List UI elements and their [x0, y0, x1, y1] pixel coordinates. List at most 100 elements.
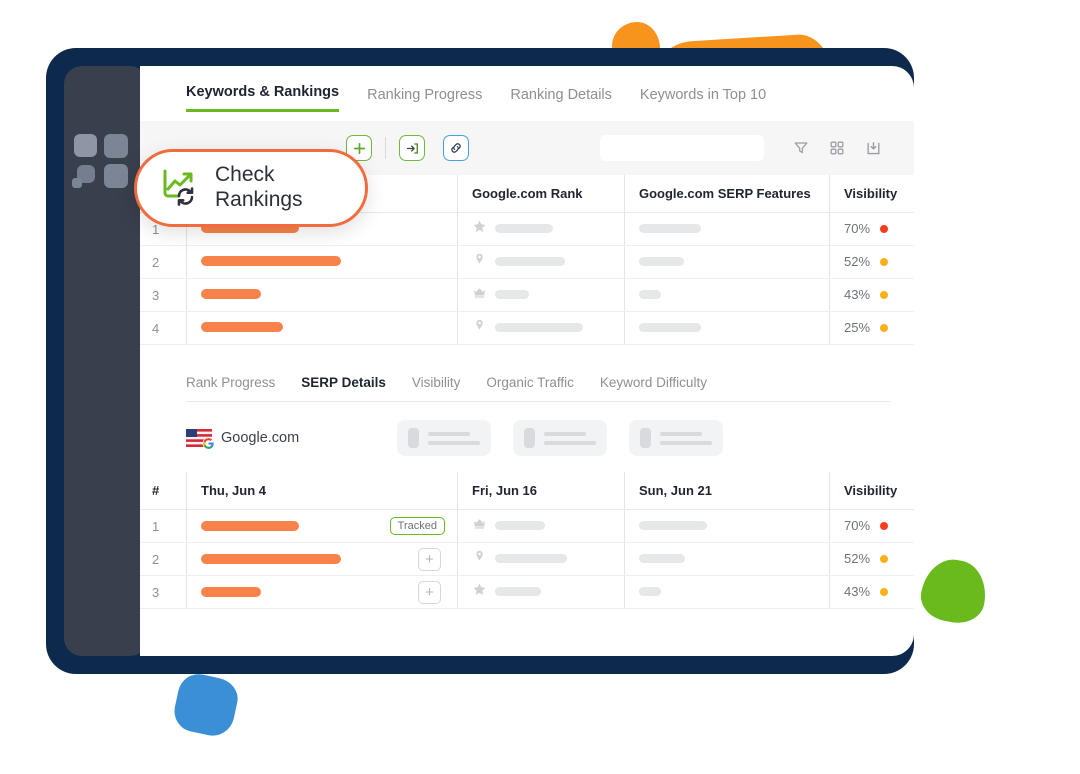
card-lines [660, 431, 713, 445]
tab-organic-traffic[interactable]: Organic Traffic [486, 375, 574, 401]
serp-details-table: # Thu, Jun 4 Fri, Jun 16 Sun, Jun 21 Vis… [140, 472, 914, 609]
rank-placeholder [495, 587, 541, 597]
tab-keywords-rankings[interactable]: Keywords & Rankings [186, 84, 340, 112]
visibility-value: 70% [844, 221, 871, 236]
col-visibility: Visibility [829, 175, 914, 213]
tab-ranking-details[interactable]: Ranking Details [510, 87, 612, 112]
add-row-button[interactable]: + [418, 580, 441, 604]
map-pin-icon [472, 549, 488, 569]
date2-cell [457, 575, 625, 609]
status-dot [880, 257, 889, 266]
search-engine-row: Google.com [140, 402, 914, 472]
map-pin-icon [472, 252, 488, 272]
tab-rank-progress[interactable]: Rank Progress [186, 375, 275, 401]
rank-placeholder [495, 323, 583, 333]
keyword-cell [186, 245, 458, 279]
row-number: 1 [140, 509, 187, 543]
us-flag-icon [186, 429, 215, 450]
callout-line-2: Rankings [215, 188, 303, 211]
table-row[interactable]: 4 25% [140, 311, 914, 345]
row-number: 3 [140, 278, 187, 312]
serp-cell [624, 245, 830, 279]
card-lines [428, 431, 481, 445]
keyword-placeholder [201, 289, 261, 299]
status-dot [880, 554, 889, 563]
col-date-2: Fri, Jun 16 [457, 472, 625, 510]
rank-placeholder [495, 257, 565, 267]
table-row[interactable]: 2 + 52% [140, 542, 914, 576]
table-row[interactable]: 3 + 43% [140, 575, 914, 609]
visibility-cell: 70% [829, 212, 914, 246]
visibility-value: 52% [844, 254, 871, 269]
card-thumb [640, 428, 652, 448]
tab-keywords-in-top-10[interactable]: Keywords in Top 10 [640, 87, 766, 112]
keywords-table-body: 1 70% 2 52% 3 43% 4 25% [140, 212, 914, 345]
rank-placeholder [639, 521, 707, 530]
row-number: 4 [140, 311, 187, 345]
serp-placeholder [639, 257, 684, 266]
serp-placeholder [639, 224, 701, 233]
tracked-badge[interactable]: Tracked [389, 517, 445, 535]
serp-placeholder [639, 323, 701, 332]
serp-cell [624, 311, 830, 345]
callout-line-1: Check [215, 163, 275, 187]
rank-placeholder [495, 290, 529, 300]
date3-cell [624, 509, 830, 543]
rank-cell [457, 311, 625, 345]
card-thumb [524, 428, 536, 448]
tab-ranking-progress[interactable]: Ranking Progress [367, 87, 482, 112]
tab-visibility[interactable]: Visibility [412, 375, 461, 401]
grid-view-icon[interactable] [826, 137, 848, 159]
serp-cell [624, 212, 830, 246]
visibility-value: 70% [844, 518, 871, 533]
tab-serp-details[interactable]: SERP Details [301, 375, 386, 401]
search-input[interactable] [600, 135, 764, 161]
rank-placeholder [495, 521, 545, 531]
filter-icon[interactable] [790, 137, 812, 159]
col-serp-features: Google.com SERP Features [624, 175, 830, 213]
engine-selector[interactable]: Google.com [186, 429, 300, 450]
keyword-cell [186, 278, 458, 312]
crown-icon [472, 285, 488, 305]
date2-cell [457, 542, 625, 576]
status-dot [880, 587, 889, 596]
star-icon [472, 582, 488, 602]
row-number: 3 [140, 575, 187, 609]
star-icon [472, 219, 488, 239]
table-row[interactable]: 2 52% [140, 245, 914, 279]
rank-cell [457, 278, 625, 312]
keyword-placeholder [201, 256, 341, 266]
serp-feature-card[interactable] [513, 420, 608, 456]
import-button[interactable] [399, 135, 425, 161]
keyword-placeholder [201, 554, 341, 564]
check-rankings-icon [159, 166, 203, 211]
serp-feature-card[interactable] [629, 420, 724, 456]
serp-cell [624, 278, 830, 312]
check-rankings-callout[interactable]: Check Rankings [134, 149, 368, 227]
table-row[interactable]: 1 Tracked 70% [140, 509, 914, 543]
link-button[interactable] [443, 135, 469, 161]
row-number: 2 [140, 245, 187, 279]
status-dot [880, 224, 889, 233]
engine-name: Google.com [221, 430, 300, 446]
visibility-value: 43% [844, 287, 871, 302]
keyword-placeholder [201, 521, 299, 531]
col-date-3: Sun, Jun 21 [624, 472, 830, 510]
table-row[interactable]: 3 43% [140, 278, 914, 312]
visibility-cell: 43% [829, 278, 914, 312]
visibility-cell: 52% [829, 245, 914, 279]
download-icon[interactable] [862, 137, 884, 159]
grid-logo-icon [72, 134, 128, 188]
add-row-button[interactable]: + [418, 547, 441, 571]
date2-cell [457, 509, 625, 543]
tab-keyword-difficulty[interactable]: Keyword Difficulty [600, 375, 707, 401]
table-header-row: # Thu, Jun 4 Fri, Jun 16 Sun, Jun 21 Vis… [140, 472, 914, 510]
rank-placeholder [495, 554, 567, 564]
rank-placeholder [495, 224, 553, 234]
serp-feature-card[interactable] [397, 420, 492, 456]
map-pin-icon [472, 318, 488, 338]
rank-placeholder [639, 587, 661, 596]
rank-placeholder [639, 554, 685, 563]
decor-green-triangle [917, 554, 991, 628]
crown-icon [472, 516, 488, 536]
